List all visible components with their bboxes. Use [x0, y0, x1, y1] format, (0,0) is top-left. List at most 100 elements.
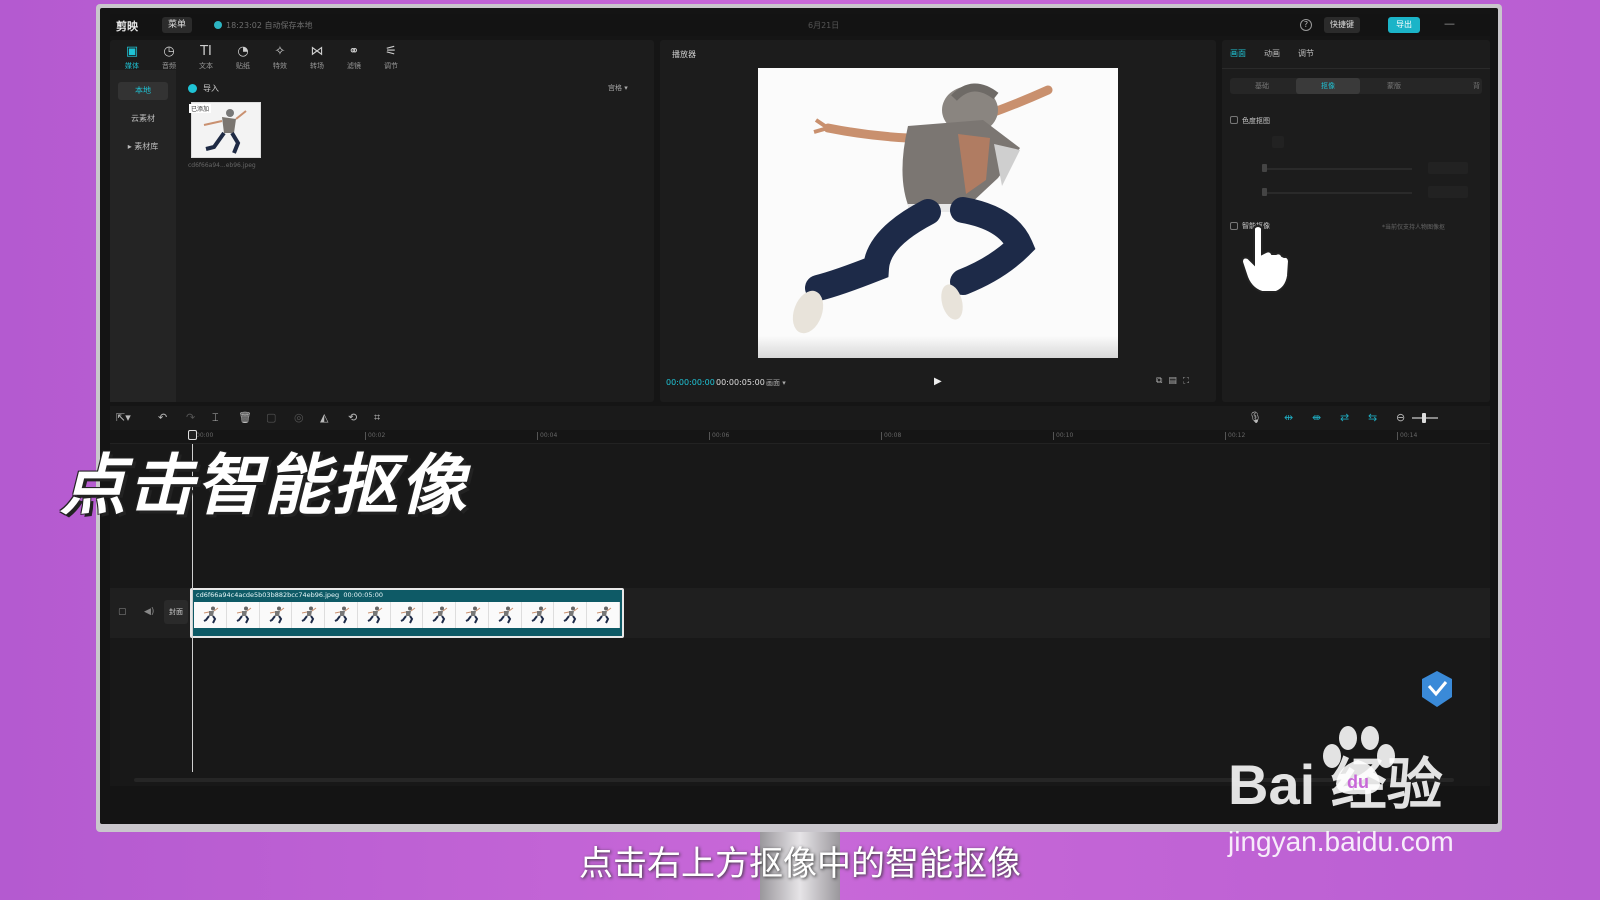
ruler-tick: 00:04	[536, 432, 558, 440]
clip-frame	[391, 602, 424, 628]
clip-filename: cd6f66a94c4acde5b03b882bcc74eb96.jpeg	[196, 591, 340, 599]
tab-animation[interactable]: 动画	[1264, 48, 1280, 59]
minimize-icon[interactable]: —	[1444, 17, 1455, 30]
subtab-basic[interactable]: 基础	[1230, 78, 1294, 94]
adjust-icon: ⚟	[385, 44, 397, 59]
clip-duration: 00:00:05:00	[343, 591, 383, 599]
audio-icon: ◷	[163, 44, 175, 59]
cover-button[interactable]: 封面	[164, 600, 188, 624]
snap-main-track-icon[interactable]: ⇹	[1284, 411, 1293, 424]
import-button[interactable]: 导入	[203, 83, 219, 94]
track-lock-icon[interactable]: ▢	[118, 607, 127, 617]
view-mode-dropdown[interactable]: 宫格 ▾	[608, 83, 628, 93]
split-icon[interactable]: ⌶	[212, 411, 219, 425]
baidu-watermark-url: jingyan.baidu.com	[1228, 826, 1454, 857]
autosave-status-icon	[214, 21, 222, 29]
intensity-value-box	[1428, 162, 1468, 174]
timeline-toolbar: ⇱▾ ↶ ↷ ⌶ 🗑 ▢ ◎ ◭ ⟲ ⌗ 🎙 ⇹ ⇼ ⇄ ⇆ ⊖	[110, 406, 1490, 430]
freeze-icon[interactable]: ▢	[266, 411, 276, 424]
ruler-tick: 00:08	[880, 432, 902, 440]
video-editor-window: 剪映 菜单 18:23:02 自动保存本地 6月21日 ? 快捷键 导出 — ▣…	[110, 14, 1490, 786]
clip-frame	[587, 602, 620, 628]
intensity-slider	[1262, 168, 1412, 170]
ruler-tick: 00:12	[1224, 432, 1246, 440]
autosave-status: 18:23:02 自动保存本地	[226, 21, 313, 30]
tool-media[interactable]: ▣ 媒体	[114, 40, 150, 71]
tool-text[interactable]: TI 文本	[188, 40, 224, 71]
redo-icon[interactable]: ↷	[186, 411, 195, 424]
chroma-key-checkbox[interactable]	[1230, 116, 1238, 124]
clip-frame	[194, 602, 227, 628]
zoom-slider-handle[interactable]	[1422, 413, 1426, 423]
added-badge: 已添加	[189, 104, 212, 113]
media-panel: ▣ 媒体 ◷ 音频 TI 文本 ◔ 贴纸 ✧ 特效 ⋈ 转场 ⚭ 滤镜 ⚟ 调节 本地 云素材 ▸ 素材库 导…	[110, 40, 654, 402]
track-mute-icon[interactable]: ◀)	[144, 607, 154, 617]
zoom-out-icon[interactable]: ⊖	[1396, 411, 1405, 424]
tab-picture[interactable]: 画面	[1230, 48, 1246, 59]
pointing-hand-icon	[1240, 225, 1291, 293]
microphone-icon[interactable]: 🎙	[1248, 411, 1262, 424]
tool-transition[interactable]: ⋈ 转场	[299, 40, 335, 71]
subtab-cutout[interactable]: 抠像	[1296, 78, 1360, 94]
clip-frame	[554, 602, 588, 628]
play-icon[interactable]: ▶	[934, 376, 942, 387]
player-view-icons[interactable]: ⧉▤⛶	[1156, 376, 1195, 386]
shield-icon[interactable]	[1420, 670, 1454, 708]
nav-library[interactable]: ▸ 素材库	[118, 138, 168, 156]
tab-adjust[interactable]: 调节	[1298, 48, 1314, 59]
smart-cutout-checkbox[interactable]	[1230, 222, 1238, 230]
tool-effects[interactable]: ✧ 特效	[262, 40, 298, 71]
clip-frame	[292, 602, 326, 628]
svg-text:du: du	[1347, 772, 1369, 792]
smart-cutout-hint: *当前仅支持人物图像抠	[1382, 224, 1446, 231]
tool-label: 调节	[384, 62, 398, 70]
media-source-nav: 本地 云素材 ▸ 素材库	[110, 70, 176, 402]
nav-cloud[interactable]: 云素材	[118, 110, 168, 128]
app-logo: 剪映	[116, 20, 138, 33]
video-clip[interactable]: cd6f66a94c4acde5b03b882bcc74eb96.jpeg 00…	[190, 588, 624, 638]
clip-frame	[358, 602, 391, 628]
text-icon: TI	[200, 44, 212, 59]
tutorial-caption: 点击智能抠像	[60, 447, 468, 524]
undo-icon[interactable]: ↶	[158, 411, 167, 424]
rotate-icon[interactable]: ⟲	[348, 411, 357, 424]
crop-icon[interactable]: ⌗	[374, 411, 380, 425]
subtab-mask[interactable]: 蒙版	[1362, 78, 1426, 94]
tool-adjust[interactable]: ⚟ 调节	[373, 40, 409, 71]
title-bar: 剪映 菜单 18:23:02 自动保存本地 6月21日 ? 快捷键 导出 —	[110, 14, 1490, 36]
clip-filmstrip	[194, 602, 620, 628]
mirror-icon[interactable]: ◭	[320, 411, 328, 424]
shadow-slider-handle	[1262, 188, 1267, 196]
sticker-icon: ◔	[237, 44, 249, 59]
tool-sticker[interactable]: ◔ 贴纸	[225, 40, 261, 71]
baidu-paw-icon: du	[1323, 726, 1395, 795]
link-icon[interactable]: ⇄	[1340, 411, 1349, 424]
subtab-background[interactable]: 背	[1428, 78, 1482, 94]
clip-frame	[227, 602, 260, 628]
dancer-preview-image	[792, 83, 1053, 334]
shortcut-button[interactable]: 快捷键	[1324, 17, 1360, 33]
tool-label: 滤镜	[347, 62, 361, 70]
tool-filter[interactable]: ⚭ 滤镜	[336, 40, 372, 71]
import-icon[interactable]	[188, 84, 197, 93]
tool-audio[interactable]: ◷ 音频	[151, 40, 187, 71]
delete-icon[interactable]: 🗑	[238, 411, 252, 424]
export-button[interactable]: 导出	[1388, 17, 1420, 33]
reverse-icon[interactable]: ◎	[294, 411, 304, 424]
current-timecode: 00:00:00:00	[666, 378, 715, 387]
media-icon: ▣	[125, 44, 139, 59]
color-picker	[1272, 136, 1284, 148]
nav-local[interactable]: 本地	[118, 82, 168, 100]
snap-icon[interactable]: ⇼	[1312, 411, 1321, 424]
ruler-tick: 00:06	[708, 432, 730, 440]
preview-axis-icon[interactable]: ⇆	[1368, 411, 1377, 424]
preview-canvas	[758, 68, 1118, 358]
clip-frame	[522, 602, 555, 628]
clip-frame	[260, 602, 293, 628]
properties-panel: 画面 动画 调节 基础 抠像 蒙版 背 色度抠图 智能抠像 *当前仅支持人物图像…	[1222, 40, 1490, 402]
menu-button[interactable]: 菜单	[162, 17, 193, 33]
select-tool-icon[interactable]: ⇱▾	[116, 411, 131, 424]
ratio-dropdown[interactable]: 画面 ▾	[766, 378, 786, 388]
tab-divider	[1222, 68, 1490, 69]
help-icon[interactable]: ?	[1300, 19, 1312, 31]
